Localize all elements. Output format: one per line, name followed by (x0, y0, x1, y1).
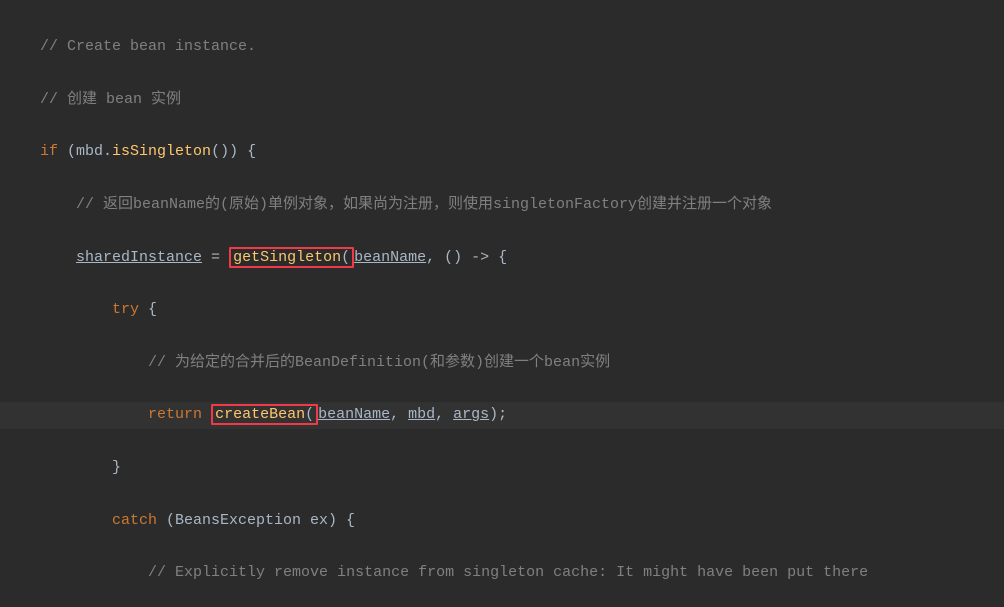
comment: // 为给定的合并后的BeanDefinition(和参数)创建一个bean实例 (148, 354, 610, 371)
code-line: catch (BeansException ex) { (0, 508, 1004, 534)
code-line: // 为给定的合并后的BeanDefinition(和参数)创建一个bean实例 (0, 350, 1004, 376)
code-line: // Explicitly remove instance from singl… (0, 560, 1004, 586)
code-text: (mbd. (58, 143, 112, 160)
code-line: try { (0, 297, 1004, 323)
highlighted-method: createBean( (211, 404, 318, 425)
parameter: args (453, 406, 489, 423)
brace: } (112, 459, 121, 476)
code-line: // 返回beanName的(原始)单例对象，如果尚为注册，则使用singlet… (0, 192, 1004, 218)
comment: // Create bean instance. (40, 38, 256, 55)
variable: sharedInstance (76, 249, 202, 266)
method-call: isSingleton (112, 143, 211, 160)
code-text: = (202, 249, 229, 266)
code-text: ()) { (211, 143, 256, 160)
keyword-return: return (148, 406, 202, 423)
parameter: mbd (408, 406, 435, 423)
code-line: sharedInstance = getSingleton(beanName, … (0, 245, 1004, 271)
code-line: // 创建 bean 实例 (0, 87, 1004, 113)
code-line-current: return createBean(beanName, mbd, args); (0, 402, 1004, 428)
highlighted-method: getSingleton( (229, 247, 354, 268)
parameter: beanName (318, 406, 390, 423)
comment: // 创建 bean 实例 (40, 91, 181, 108)
code-line: } (0, 455, 1004, 481)
code-text: { (139, 301, 157, 318)
code-text: (BeansException ex) { (157, 512, 355, 529)
code-line: if (mbd.isSingleton()) { (0, 139, 1004, 165)
code-editor[interactable]: // Create bean instance. // 创建 bean 实例 i… (0, 0, 1004, 607)
keyword-catch: catch (112, 512, 157, 529)
code-text: , () -> { (426, 249, 507, 266)
comment: // 返回beanName的(原始)单例对象，如果尚为注册，则使用singlet… (76, 196, 772, 213)
keyword-if: if (40, 143, 58, 160)
comment: // Explicitly remove instance from singl… (148, 564, 868, 581)
parameter: beanName (354, 249, 426, 266)
keyword-try: try (112, 301, 139, 318)
code-line: // Create bean instance. (0, 34, 1004, 60)
